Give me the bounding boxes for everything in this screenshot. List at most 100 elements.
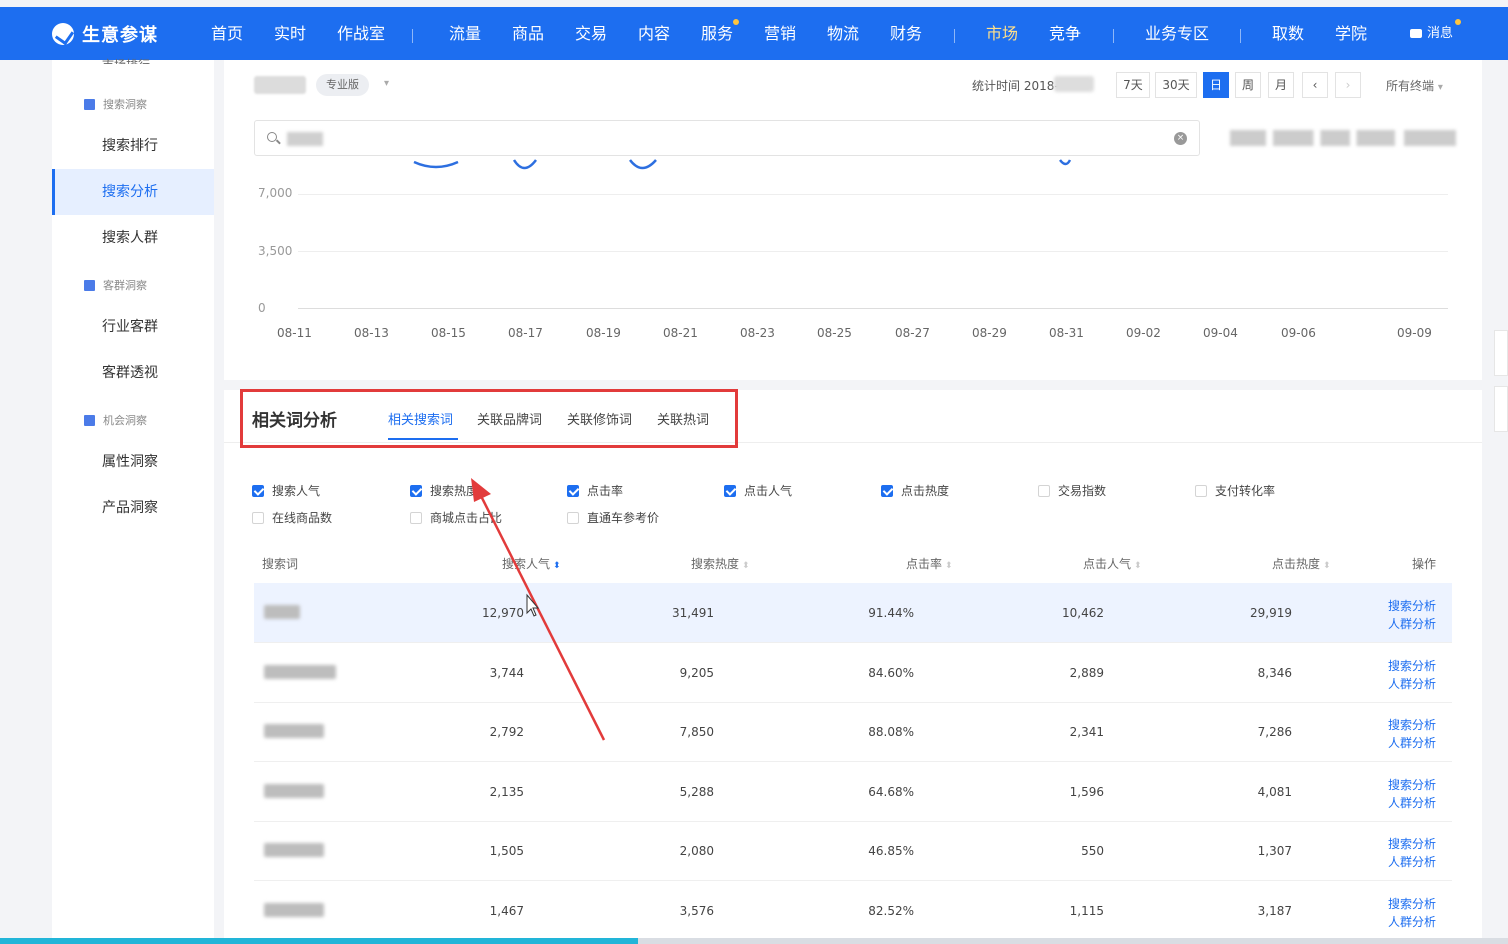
- nav-marketing[interactable]: 营销: [764, 7, 796, 60]
- metric-checkbox[interactable]: 搜索热度: [410, 482, 478, 499]
- tab-related-modifier-words[interactable]: 关联修饰词: [567, 409, 632, 428]
- x-tick-label: 09-04: [1203, 326, 1238, 340]
- sidebar-group-label: 机会洞察: [103, 414, 147, 427]
- nav-business-zone[interactable]: 业务专区: [1145, 7, 1209, 60]
- checkbox-unchecked-icon: [410, 511, 422, 524]
- table-row[interactable]: 2,135 5,288 64.68% 1,596 4,081 搜索分析 人群分析: [254, 762, 1452, 822]
- edition-badge[interactable]: 专业版: [316, 74, 369, 96]
- terminal-select[interactable]: 所有终端 ▾: [1386, 77, 1443, 94]
- table-row[interactable]: 3,744 9,205 84.60% 2,889 8,346 搜索分析 人群分析: [254, 643, 1452, 703]
- sidebar-item-search-crowd[interactable]: 搜索人群: [52, 215, 214, 261]
- sidebar: 市场排行 搜索洞察 搜索排行 搜索分析 搜索人群 客群洞察 行业客群 客群透视 …: [52, 58, 214, 944]
- side-float-button[interactable]: [1494, 330, 1508, 376]
- search-word-redacted: [264, 724, 324, 738]
- nav-content[interactable]: 内容: [638, 7, 670, 60]
- chevron-down-icon[interactable]: ▾: [384, 78, 389, 89]
- sidebar-item-search-analysis[interactable]: 搜索分析: [52, 169, 214, 215]
- column-header-click-heat[interactable]: 点击热度 ⬍: [1272, 555, 1331, 572]
- previous-period-button[interactable]: ‹: [1302, 72, 1328, 98]
- brand[interactable]: 生意参谋: [52, 7, 158, 60]
- sidebar-item-industry-customers[interactable]: 行业客群: [52, 304, 214, 350]
- sidebar-item-attribute-insight[interactable]: 属性洞察: [52, 439, 214, 485]
- nav-war-room[interactable]: 作战室: [337, 7, 385, 60]
- chevron-down-icon: ▾: [1437, 82, 1443, 93]
- metric-checkbox[interactable]: 点击人气: [724, 482, 792, 499]
- metric-checkbox[interactable]: 点击率: [567, 482, 623, 499]
- table-row[interactable]: 1,467 3,576 82.52% 1,115 3,187 搜索分析 人群分析: [254, 881, 1452, 941]
- sidebar-item-product-insight[interactable]: 产品洞察: [52, 485, 214, 531]
- row-actions: 搜索分析 人群分析: [1388, 776, 1436, 812]
- table-cell-ctr: 82.52%: [868, 903, 914, 918]
- crowd-analysis-link[interactable]: 人群分析: [1388, 853, 1436, 871]
- search-analysis-link[interactable]: 搜索分析: [1388, 776, 1436, 794]
- nav-traffic[interactable]: 流量: [449, 7, 481, 60]
- shop-name-redacted: [254, 76, 306, 94]
- column-header-search-word: 搜索词: [262, 557, 299, 571]
- column-header-click-popularity[interactable]: 点击人气 ⬍: [1083, 555, 1142, 572]
- tab-related-search-words[interactable]: 相关搜索词: [388, 409, 453, 428]
- nav-data-fetch[interactable]: 取数: [1272, 7, 1304, 60]
- tab-related-hot-words[interactable]: 关联热词: [657, 409, 709, 428]
- nav-competition[interactable]: 竞争: [1049, 7, 1081, 60]
- crowd-analysis-link[interactable]: 人群分析: [1388, 615, 1436, 633]
- range-30-days-button[interactable]: 30天: [1155, 72, 1197, 98]
- tab-related-brand-words[interactable]: 关联品牌词: [477, 409, 542, 428]
- range-day-button[interactable]: 日: [1203, 72, 1229, 98]
- search-analysis-link[interactable]: 搜索分析: [1388, 835, 1436, 853]
- search-analysis-link[interactable]: 搜索分析: [1388, 597, 1436, 615]
- crowd-analysis-link[interactable]: 人群分析: [1388, 913, 1436, 931]
- crowd-analysis-link[interactable]: 人群分析: [1388, 675, 1436, 693]
- metric-checkbox[interactable]: 支付转化率: [1195, 482, 1275, 499]
- table-cell-click-heat: 3,187: [1257, 903, 1292, 918]
- column-header-label: 搜索热度: [691, 557, 740, 571]
- search-analysis-link[interactable]: 搜索分析: [1388, 895, 1436, 913]
- nav-trade[interactable]: 交易: [575, 7, 607, 60]
- nav-service[interactable]: 服务: [701, 7, 740, 60]
- messages-button[interactable]: 消息: [1410, 7, 1462, 60]
- sidebar-item-search-rank[interactable]: 搜索排行: [52, 123, 214, 169]
- sidebar-group-label: 搜索洞察: [103, 98, 147, 111]
- range-7-days-button[interactable]: 7天: [1116, 72, 1150, 98]
- active-tab-indicator: [388, 438, 458, 440]
- metric-label: 搜索热度: [430, 484, 479, 498]
- metric-checkbox[interactable]: 点击热度: [881, 482, 949, 499]
- related-words-title: 相关词分析: [252, 411, 337, 431]
- column-header-search-heat[interactable]: 搜索热度 ⬍: [691, 555, 750, 572]
- nav-realtime[interactable]: 实时: [274, 7, 306, 60]
- clear-icon[interactable]: ×: [1174, 132, 1187, 145]
- x-tick-label: 08-21: [663, 326, 698, 340]
- nav-academy[interactable]: 学院: [1335, 7, 1367, 60]
- metric-checkbox[interactable]: 直通车参考价: [567, 509, 659, 526]
- table-row[interactable]: 1,505 2,080 46.85% 550 1,307 搜索分析 人群分析: [254, 821, 1452, 881]
- metric-checkbox[interactable]: 搜索人气: [252, 482, 320, 499]
- sidebar-group-opportunity-insight: 机会洞察: [84, 412, 147, 428]
- range-month-button[interactable]: 月: [1268, 72, 1294, 98]
- nav-market[interactable]: 市场: [986, 7, 1018, 60]
- nav-goods[interactable]: 商品: [512, 7, 544, 60]
- metric-checkbox[interactable]: 商城点击占比: [410, 509, 502, 526]
- search-analysis-link[interactable]: 搜索分析: [1388, 716, 1436, 734]
- nav-logistics[interactable]: 物流: [827, 7, 859, 60]
- crowd-analysis-link[interactable]: 人群分析: [1388, 734, 1436, 752]
- recent-keywords-redacted[interactable]: [1230, 130, 1456, 146]
- range-week-button[interactable]: 周: [1235, 72, 1261, 98]
- side-float-button[interactable]: [1494, 386, 1508, 432]
- column-header-click-rate[interactable]: 点击率 ⬍: [906, 555, 953, 572]
- table-cell-ctr: 88.08%: [868, 725, 914, 739]
- search-analysis-link[interactable]: 搜索分析: [1388, 657, 1436, 675]
- table-row[interactable]: 2,792 7,850 88.08% 2,341 7,286 搜索分析 人群分析: [254, 702, 1452, 762]
- column-header-label: 点击率: [906, 557, 943, 571]
- row-actions: 搜索分析 人群分析: [1388, 657, 1436, 693]
- keyword-search-input[interactable]: ×: [254, 120, 1200, 156]
- crowd-analysis-link[interactable]: 人群分析: [1388, 794, 1436, 812]
- metric-checkbox[interactable]: 在线商品数: [252, 509, 332, 526]
- column-header-search-popularity[interactable]: 搜索人气 ⬍: [502, 555, 561, 572]
- sidebar-item-customer-perspective[interactable]: 客群透视: [52, 350, 214, 396]
- nav-finance[interactable]: 财务: [890, 7, 922, 60]
- next-period-button[interactable]: ›: [1335, 72, 1361, 98]
- metric-checkbox[interactable]: 交易指数: [1038, 482, 1106, 499]
- nav-home[interactable]: 首页: [211, 7, 243, 60]
- bar-chart-icon: [84, 414, 95, 426]
- video-progress-bar[interactable]: [0, 938, 1508, 944]
- table-row[interactable]: 12,970 31,491 91.44% 10,462 29,919 搜索分析 人群分析: [254, 583, 1452, 643]
